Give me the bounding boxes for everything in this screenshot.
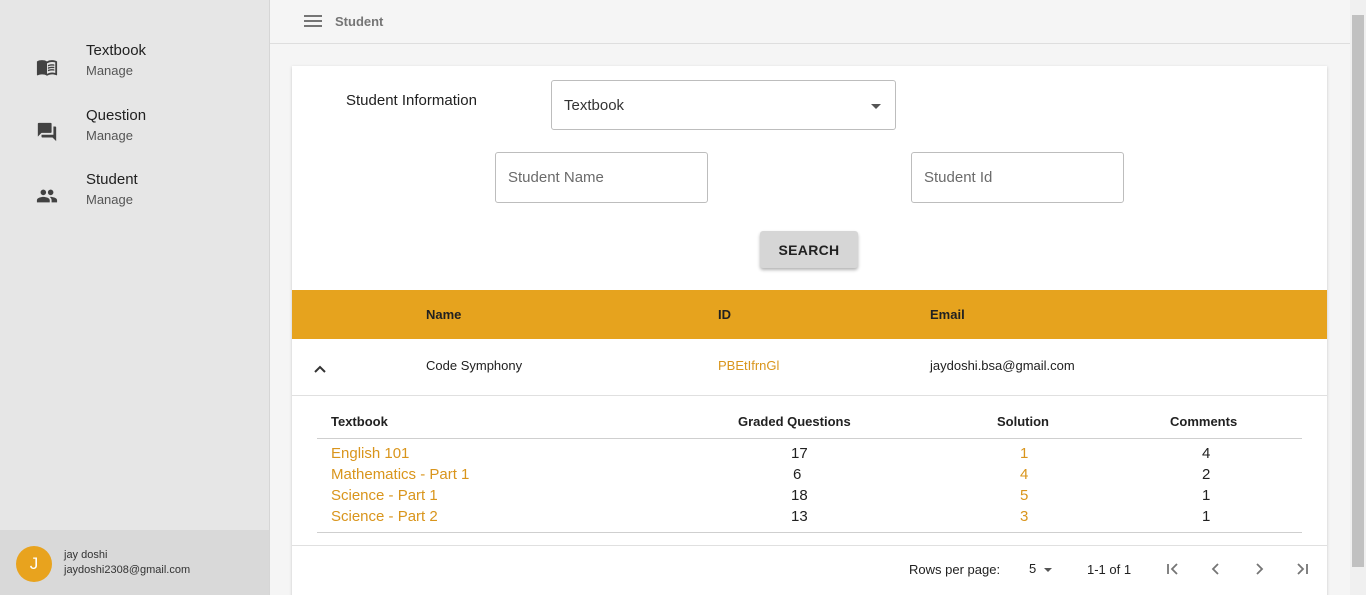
table-row: Science - Part 1 18 5 1	[317, 487, 1302, 508]
book-icon	[36, 60, 58, 76]
comments-count: 2	[1202, 466, 1211, 483]
table-header: Name ID Email	[292, 290, 1327, 339]
footer-divider	[317, 532, 1302, 533]
first-page-icon[interactable]	[1164, 560, 1182, 578]
textbook-link[interactable]: Mathematics - Part 1	[331, 466, 469, 483]
vertical-scrollbar[interactable]	[1350, 0, 1366, 595]
collapse-icon[interactable]	[310, 359, 330, 379]
rows-per-page-label: Rows per page:	[909, 562, 1001, 577]
solution-link[interactable]: 4	[1020, 466, 1028, 483]
graded-count: 18	[791, 487, 808, 504]
sidebar-item-title: Textbook	[86, 42, 147, 59]
dropdown-arrow-icon	[1044, 568, 1052, 572]
column-header-solution: Solution	[997, 414, 1049, 429]
scrollbar-thumb[interactable]	[1352, 15, 1364, 567]
rows-per-page-select[interactable]: 5	[1029, 560, 1059, 580]
textbook-select-value: Textbook	[564, 97, 625, 114]
forum-icon	[37, 122, 57, 142]
textbook-link[interactable]: Science - Part 1	[331, 487, 438, 504]
search-button[interactable]: SEARCH	[760, 231, 858, 268]
previous-page-icon[interactable]	[1207, 560, 1225, 578]
student-email-cell: jaydoshi.bsa@gmail.com	[930, 358, 1075, 373]
top-bar: Student	[270, 0, 1350, 44]
textbook-link[interactable]: English 101	[331, 445, 409, 462]
sidebar: Textbook Manage Question Manage Student …	[0, 0, 270, 595]
student-name-cell: Code Symphony	[426, 358, 523, 373]
column-header-id: ID	[718, 307, 731, 322]
pagination-range: 1-1 of 1	[1087, 562, 1132, 577]
sidebar-item-subtitle: Manage	[86, 128, 133, 143]
sidebar-item-student[interactable]: Student Manage	[0, 171, 269, 231]
header-divider	[317, 438, 1302, 439]
last-page-icon[interactable]	[1293, 560, 1311, 578]
sidebar-item-textbook[interactable]: Textbook Manage	[0, 42, 269, 102]
table-row: Code Symphony PBEtIfrnGl jaydoshi.bsa@gm…	[292, 339, 1327, 396]
table-row: English 101 17 1 4	[317, 445, 1302, 466]
user-name: jay doshi	[64, 549, 108, 561]
comments-count: 1	[1202, 487, 1211, 504]
student-id-link[interactable]: PBEtIfrnGl	[718, 358, 779, 373]
next-page-icon[interactable]	[1250, 560, 1268, 578]
textbook-select[interactable]: Textbook	[551, 80, 896, 130]
graded-count: 6	[793, 466, 802, 483]
column-header-comments: Comments	[1170, 414, 1238, 429]
comments-count: 4	[1202, 445, 1211, 462]
student-card: Student Information Textbook SEARCH Name…	[292, 66, 1327, 595]
sidebar-item-question[interactable]: Question Manage	[0, 107, 269, 167]
comments-count: 1	[1202, 508, 1211, 525]
pagination-divider	[292, 545, 1327, 546]
avatar: J	[16, 546, 52, 582]
student-name-input[interactable]	[495, 152, 708, 203]
sidebar-item-title: Question	[86, 107, 147, 124]
people-icon	[36, 189, 58, 203]
student-id-input[interactable]	[911, 152, 1124, 203]
solution-link[interactable]: 5	[1020, 487, 1028, 504]
user-profile[interactable]: J jay doshi jaydoshi2308@gmail.com	[0, 530, 269, 595]
student-information-label: Student Information	[346, 92, 477, 109]
solution-link[interactable]: 1	[1020, 445, 1028, 462]
page-title: Student	[335, 14, 384, 29]
table-row: Science - Part 2 13 3 1	[317, 508, 1302, 529]
column-header-textbook: Textbook	[331, 414, 388, 429]
sidebar-item-subtitle: Manage	[86, 63, 133, 78]
menu-icon[interactable]	[304, 14, 322, 28]
textbook-link[interactable]: Science - Part 2	[331, 508, 438, 525]
column-header-email: Email	[930, 307, 965, 322]
graded-count: 17	[791, 445, 808, 462]
table-row: Mathematics - Part 1 6 4 2	[317, 466, 1302, 487]
column-header-graded-questions: Graded Questions	[738, 414, 851, 429]
column-header-name: Name	[426, 307, 462, 322]
sidebar-item-subtitle: Manage	[86, 192, 133, 207]
graded-count: 13	[791, 508, 808, 525]
user-email: jaydoshi2308@gmail.com	[64, 564, 191, 576]
sidebar-item-title: Student	[86, 171, 138, 188]
solution-link[interactable]: 3	[1020, 508, 1028, 525]
rows-per-page-value: 5	[1029, 561, 1037, 576]
dropdown-arrow-icon	[871, 104, 881, 109]
